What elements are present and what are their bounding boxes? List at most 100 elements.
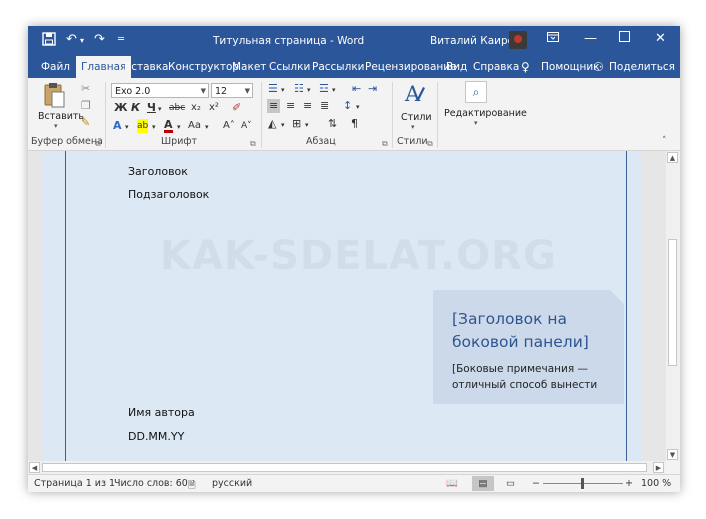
change-case-button[interactable]: Aa <box>188 119 201 133</box>
sidebar-textbox[interactable]: [Заголовок на боковой панели] [Боковые п… <box>433 290 624 404</box>
sidebar-title[interactable]: [Заголовок на боковой панели] <box>452 308 612 354</box>
minimize-icon[interactable]: — <box>584 31 597 46</box>
tab-file[interactable]: Файл <box>41 56 70 78</box>
font-color-dropdown-icon[interactable]: ▾ <box>177 120 181 134</box>
tab-help[interactable]: Справка <box>473 56 519 78</box>
print-layout-icon[interactable]: ▤ <box>472 476 494 491</box>
sort-icon[interactable]: ⇅ <box>328 117 337 131</box>
document-page[interactable]: KAK-SDELAT.ORG Заголовок Подзаголовок [З… <box>42 151 642 461</box>
paste-button[interactable] <box>41 81 67 112</box>
paste-label[interactable]: Вставить <box>38 111 84 122</box>
scroll-left-icon[interactable]: ◀ <box>29 462 40 473</box>
scroll-right-icon[interactable]: ▶ <box>653 462 664 473</box>
line-spacing-icon[interactable]: ↕ <box>343 99 352 113</box>
tab-insert[interactable]: Вставка <box>124 56 169 78</box>
grow-font-button[interactable]: A˄ <box>223 119 235 133</box>
underline-dropdown-icon[interactable]: ▾ <box>158 102 162 116</box>
text-effects-dropdown-icon[interactable]: ▾ <box>125 120 129 134</box>
tab-layout[interactable]: Макет <box>232 56 266 78</box>
share-button[interactable]: Поделиться <box>609 56 675 78</box>
justify-icon[interactable]: ≣ <box>320 99 329 113</box>
customize-quick-access-icon[interactable]: ═ <box>118 34 124 45</box>
undo-dropdown-icon[interactable]: ▾ <box>80 36 84 45</box>
scroll-up-icon[interactable]: ▲ <box>667 152 678 163</box>
editing-label[interactable]: Редактирование <box>444 108 527 119</box>
zoom-out-button[interactable]: − <box>532 478 540 489</box>
line-spacing-dropdown-icon[interactable]: ▾ <box>356 100 360 114</box>
multilevel-dropdown-icon[interactable]: ▾ <box>332 83 336 97</box>
author-text[interactable]: Имя автора <box>128 406 195 419</box>
tab-references[interactable]: Ссылки <box>269 56 310 78</box>
shading-icon[interactable]: ◭ <box>268 117 276 131</box>
tab-mailings[interactable]: Рассылки <box>312 56 364 78</box>
lightbulb-icon[interactable]: ♀ <box>521 56 530 78</box>
paste-dropdown-icon[interactable]: ▾ <box>54 122 58 130</box>
subscript-button[interactable]: x₂ <box>191 101 201 115</box>
zoom-slider-thumb[interactable] <box>581 478 584 489</box>
align-left-icon[interactable]: ≡ <box>267 99 281 113</box>
numbering-icon[interactable]: ☷ <box>294 82 304 96</box>
bold-button[interactable]: Ж <box>114 101 127 115</box>
person-icon[interactable]: ⚇ <box>593 56 604 78</box>
read-mode-icon[interactable]: 📖 <box>446 478 458 489</box>
underline-button[interactable]: Ч <box>147 101 156 115</box>
zoom-in-button[interactable]: + <box>625 478 633 489</box>
word-count[interactable]: Число слов: 60 <box>114 478 188 489</box>
font-color-icon[interactable]: A <box>164 119 173 133</box>
text-effects-icon[interactable]: A <box>113 119 122 133</box>
avatar[interactable] <box>509 31 527 49</box>
scroll-down-icon[interactable]: ▼ <box>667 449 678 460</box>
help-search[interactable]: Помощник <box>541 56 600 78</box>
heading-text[interactable]: Заголовок <box>128 165 188 178</box>
borders-dropdown-icon[interactable]: ▾ <box>305 118 309 132</box>
tab-review[interactable]: Рецензирование <box>365 56 457 78</box>
paragraph-launcher-icon[interactable]: ⧉ <box>382 137 388 151</box>
styles-launcher-icon[interactable]: ⧉ <box>427 137 433 151</box>
user-name[interactable]: Виталий Каиров <box>430 35 520 47</box>
page-count[interactable]: Страница 1 из 1 <box>34 478 115 489</box>
format-painter-icon[interactable]: ✎ <box>81 116 90 130</box>
search-icon[interactable]: ⌕ <box>465 81 487 103</box>
editing-dropdown-icon[interactable]: ▾ <box>474 119 478 127</box>
highlight-icon[interactable]: ab <box>137 119 149 133</box>
save-icon[interactable] <box>42 32 56 50</box>
font-name-combo[interactable]: Exo 2.0 ▼ <box>111 83 209 98</box>
increase-indent-icon[interactable]: ⇥ <box>368 82 377 96</box>
date-text[interactable]: DD.MM.YY <box>128 430 184 443</box>
horizontal-scrollbar[interactable]: ◀ ▶ <box>28 461 666 474</box>
shrink-font-button[interactable]: A˅ <box>241 119 252 133</box>
sidebar-note[interactable]: [Боковые примечания — отличный способ вы… <box>452 361 612 393</box>
web-layout-icon[interactable]: ▭ <box>506 478 515 489</box>
vertical-scroll-thumb[interactable] <box>668 239 677 366</box>
zoom-level[interactable]: 100 % <box>641 478 671 489</box>
show-marks-button[interactable]: ¶ <box>351 117 358 131</box>
styles-label[interactable]: Стили <box>401 112 432 123</box>
bullets-icon[interactable]: ☰ <box>268 82 278 96</box>
maximize-icon[interactable] <box>619 31 630 46</box>
superscript-button[interactable]: x² <box>209 101 219 115</box>
highlight-dropdown-icon[interactable]: ▾ <box>152 120 156 134</box>
horizontal-scroll-thumb[interactable] <box>42 463 647 472</box>
cut-icon[interactable]: ✂ <box>81 82 90 96</box>
collapse-ribbon-icon[interactable]: ˄ <box>662 136 667 146</box>
borders-icon[interactable]: ⊞ <box>292 117 301 131</box>
numbering-dropdown-icon[interactable]: ▾ <box>307 83 311 97</box>
close-icon[interactable]: ✕ <box>655 31 666 46</box>
redo-icon[interactable]: ↷ <box>94 32 105 47</box>
shading-dropdown-icon[interactable]: ▾ <box>281 118 285 132</box>
ribbon-display-options-icon[interactable] <box>547 31 559 47</box>
decrease-indent-icon[interactable]: ⇤ <box>352 82 361 96</box>
tab-view[interactable]: Вид <box>446 56 467 78</box>
vertical-scrollbar[interactable]: ▲ ▼ <box>666 151 680 461</box>
font-launcher-icon[interactable]: ⧉ <box>250 137 256 151</box>
undo-icon[interactable]: ↶ <box>66 32 77 47</box>
subheading-text[interactable]: Подзаголовок <box>128 188 209 201</box>
clear-formatting-icon[interactable]: ✐ <box>232 101 241 115</box>
italic-button[interactable]: К <box>131 101 140 115</box>
bullets-dropdown-icon[interactable]: ▾ <box>281 83 285 97</box>
clipboard-launcher-icon[interactable]: ⧉ <box>95 137 101 151</box>
strikethrough-button[interactable]: abc <box>169 101 185 115</box>
change-case-dropdown-icon[interactable]: ▾ <box>205 120 209 134</box>
align-right-icon[interactable]: ≡ <box>303 99 312 113</box>
multilevel-list-icon[interactable]: ☲ <box>319 82 329 96</box>
